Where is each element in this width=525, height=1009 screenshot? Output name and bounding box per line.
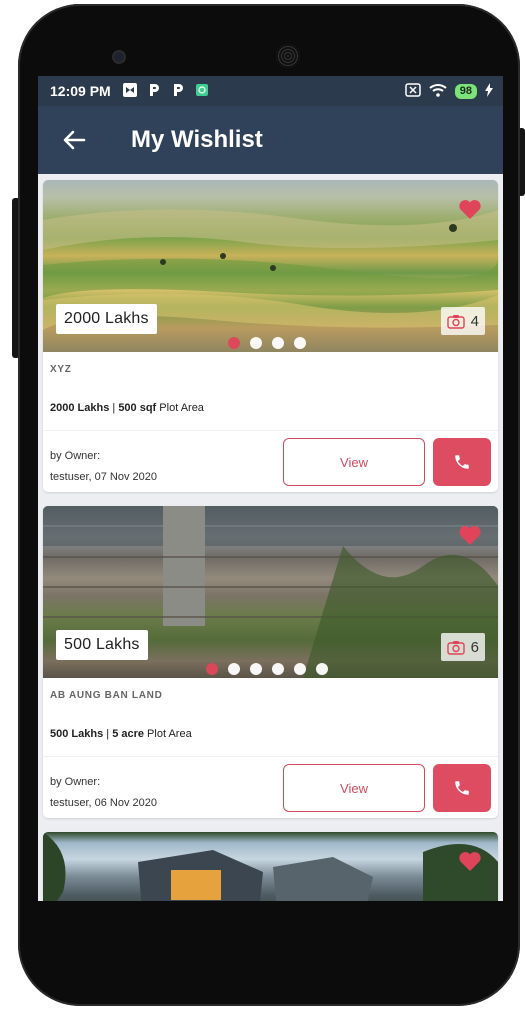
pager-dot[interactable] [228, 337, 240, 349]
pager-dot[interactable] [272, 337, 284, 349]
property-image[interactable]: 2000 Lakhs 4 [43, 180, 498, 352]
photo-count: 6 [440, 633, 485, 661]
camera-icon [446, 314, 465, 329]
price-tag: 500 Lakhs [56, 630, 148, 660]
status-system-icons: 98 [405, 83, 493, 100]
sync-icon [122, 82, 138, 98]
page-title: My Wishlist [131, 126, 263, 153]
front-camera [114, 52, 124, 62]
divider [43, 430, 498, 431]
phone-icon [455, 781, 469, 795]
property-details: 2000 Lakhs | 500 sqf Plot Area [50, 402, 204, 414]
owner-info: testuser, 07 Nov 2020 [50, 471, 158, 483]
property-image[interactable] [43, 832, 498, 901]
pager-dot[interactable] [294, 663, 306, 675]
wishlist-card[interactable] [43, 832, 498, 901]
detail-separator: | [109, 402, 119, 414]
wishlist-card[interactable]: 500 Lakhs 6 AB AUNG BAN LAND 500 Lakhs |… [43, 506, 498, 818]
photo-count-value: 6 [470, 638, 479, 656]
screen: 12:09 PM 98 My Wishlist 2000 Lakhs 4 XYZ… [38, 76, 503, 901]
app-p-icon [146, 82, 162, 98]
call-button[interactable] [433, 764, 491, 812]
pager-dot[interactable] [316, 663, 328, 675]
status-notification-icons [122, 82, 210, 98]
owner-label: by Owner: [50, 776, 101, 788]
app-green-icon [194, 82, 210, 98]
camera-icon [446, 640, 465, 655]
pager-dot[interactable] [228, 663, 240, 675]
property-area: 5 acre [112, 728, 144, 740]
app-bar: My Wishlist [38, 106, 503, 174]
heart-icon[interactable] [458, 198, 482, 220]
property-area-suffix: Plot Area [144, 728, 192, 740]
property-area: 500 sqf [118, 402, 157, 414]
pager-dot[interactable] [250, 337, 262, 349]
property-name: AB AUNG BAN LAND [50, 690, 163, 701]
property-name: XYZ [50, 364, 72, 375]
owner-info: testuser, 06 Nov 2020 [50, 797, 158, 809]
view-button[interactable]: View [283, 764, 425, 812]
property-details: 500 Lakhs | 5 acre Plot Area [50, 728, 192, 740]
pager-dot[interactable] [272, 663, 284, 675]
status-time: 12:09 PM [50, 83, 111, 99]
detail-separator: | [103, 728, 113, 740]
status-bar: 12:09 PM 98 [38, 76, 503, 106]
call-button[interactable] [433, 438, 491, 486]
image-pager-dots[interactable] [228, 337, 306, 349]
pager-dot[interactable] [250, 663, 262, 675]
image-detail [43, 832, 498, 901]
photo-count: 4 [440, 307, 485, 335]
property-image[interactable]: 500 Lakhs 6 [43, 506, 498, 678]
property-price: 500 Lakhs [50, 728, 104, 740]
phone-icon [455, 455, 469, 469]
divider [43, 756, 498, 757]
back-arrow-icon[interactable] [60, 126, 88, 154]
wifi-icon [429, 83, 447, 100]
battery-icon: 98 [454, 84, 477, 99]
heart-icon[interactable] [458, 524, 482, 546]
view-button[interactable]: View [283, 438, 425, 486]
property-area-suffix: Plot Area [156, 402, 204, 414]
wishlist-card[interactable]: 2000 Lakhs 4 XYZ 2000 Lakhs | 500 sqf Pl… [43, 180, 498, 492]
heart-icon[interactable] [458, 850, 482, 872]
image-pager-dots[interactable] [206, 663, 328, 675]
pager-dot[interactable] [206, 663, 218, 675]
pager-dot[interactable] [294, 337, 306, 349]
charging-icon [485, 83, 493, 100]
earpiece-speaker [276, 44, 300, 68]
app-p-icon-2 [170, 82, 186, 98]
property-price: 2000 Lakhs [50, 402, 110, 414]
no-sim-icon [405, 83, 421, 100]
owner-label: by Owner: [50, 450, 101, 462]
photo-count-value: 4 [470, 312, 479, 330]
price-tag: 2000 Lakhs [56, 304, 157, 334]
